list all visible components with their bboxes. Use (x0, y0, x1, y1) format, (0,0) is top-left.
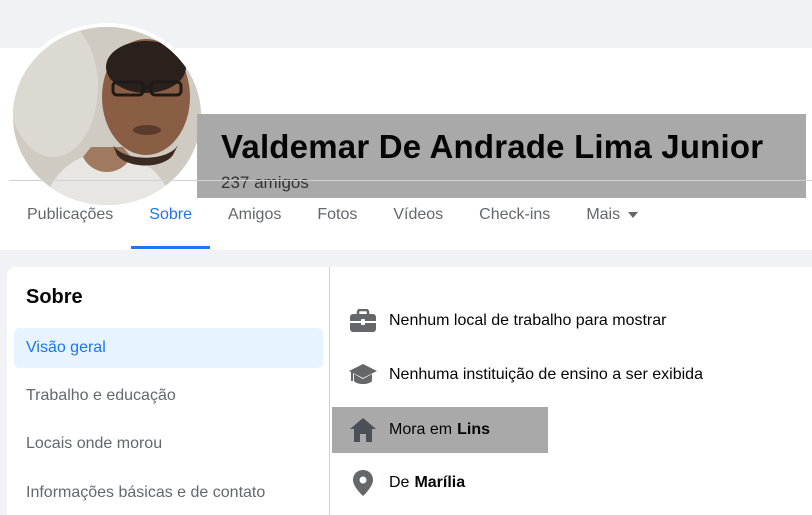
tab-label: Check-ins (479, 206, 551, 223)
tab-mais[interactable]: Mais (568, 181, 656, 249)
tab-publicacoes[interactable]: Publicações (9, 181, 131, 249)
home-icon (348, 415, 378, 445)
graduation-cap-icon (348, 360, 378, 390)
detail-hometown: De Marília (332, 460, 465, 506)
detail-work: Nenhum local de trabalho para mostrar (332, 298, 666, 344)
detail-text: Nenhuma instituição de ensino a ser exib… (389, 366, 703, 383)
sidebar-item-label: Informações básicas e de contato (26, 484, 266, 501)
tab-label: Mais (586, 206, 621, 223)
tab-videos[interactable]: Vídeos (375, 181, 461, 249)
profile-name: Valdemar De Andrade Lima Junior (221, 128, 764, 165)
about-sidebar: Sobre Visão geral Trabalho e educação Lo… (7, 267, 329, 515)
location-pin-icon (348, 468, 378, 498)
sidebar-item-locais[interactable]: Locais onde morou (14, 424, 323, 464)
briefcase-icon (348, 306, 378, 336)
detail-text: Nenhum local de trabalho para mostrar (389, 312, 667, 329)
tab-label: Vídeos (393, 206, 444, 223)
detail-text: De (389, 474, 410, 491)
detail-current-city: Mora em Lins (332, 407, 548, 453)
tab-check-ins[interactable]: Check-ins (461, 181, 568, 249)
sidebar-item-label: Locais onde morou (26, 435, 163, 452)
tab-fotos[interactable]: Fotos (299, 181, 375, 249)
about-title: Sobre (26, 286, 83, 308)
sidebar-item-visao-geral[interactable]: Visão geral (14, 328, 323, 368)
sidebar-item-informacoes[interactable]: Informações básicas e de contato (14, 473, 323, 513)
current-city-link[interactable]: Lins (457, 421, 490, 439)
hometown-link[interactable]: Marília (414, 474, 465, 492)
sidebar-item-trabalho-educacao[interactable]: Trabalho e educação (14, 376, 323, 416)
tab-amigos[interactable]: Amigos (210, 181, 299, 249)
detail-education: Nenhuma instituição de ensino a ser exib… (332, 352, 703, 398)
tab-label: Fotos (317, 206, 358, 223)
avatar-photo (13, 27, 201, 205)
about-divider (329, 267, 330, 515)
tab-sobre[interactable]: Sobre (131, 181, 210, 249)
profile-tabs: Publicações Sobre Amigos Fotos Vídeos Ch… (9, 181, 656, 249)
sidebar-item-label: Trabalho e educação (26, 387, 176, 404)
tab-label: Sobre (149, 206, 192, 223)
tab-label: Amigos (227, 206, 282, 223)
detail-text: Mora em (389, 421, 453, 438)
sidebar-item-label: Visão geral (26, 339, 106, 356)
about-card: Sobre Visão geral Trabalho e educação Lo… (7, 267, 812, 515)
tab-label: Publicações (27, 206, 114, 223)
caret-down-icon (628, 212, 639, 218)
